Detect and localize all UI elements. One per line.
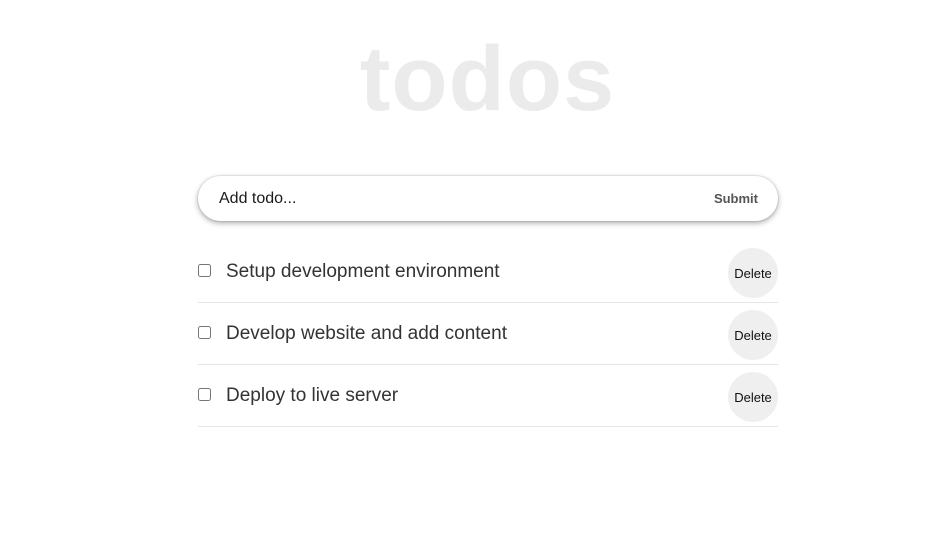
todo-list: Setup development environment Delete Dev…	[198, 241, 778, 427]
todo-checkbox[interactable]	[198, 264, 211, 277]
delete-button[interactable]: Delete	[728, 372, 778, 422]
todo-app: todos Submit Setup development environme…	[0, 0, 942, 540]
delete-button[interactable]: Delete	[728, 248, 778, 298]
add-todo-form: Submit	[198, 176, 778, 221]
todo-checkbox[interactable]	[198, 388, 211, 401]
todo-checkbox[interactable]	[198, 326, 211, 339]
todo-item: Setup development environment Delete	[198, 241, 778, 303]
add-todo-input[interactable]	[198, 176, 704, 221]
submit-button[interactable]: Submit	[704, 176, 778, 221]
delete-button[interactable]: Delete	[728, 310, 778, 360]
todo-item: Deploy to live server Delete	[198, 365, 778, 427]
todo-text: Setup development environment	[226, 261, 500, 282]
app-title: todos	[359, 28, 616, 130]
todo-text: Develop website and add content	[226, 323, 507, 344]
todo-text: Deploy to live server	[226, 385, 399, 406]
todo-item: Develop website and add content Delete	[198, 303, 778, 365]
